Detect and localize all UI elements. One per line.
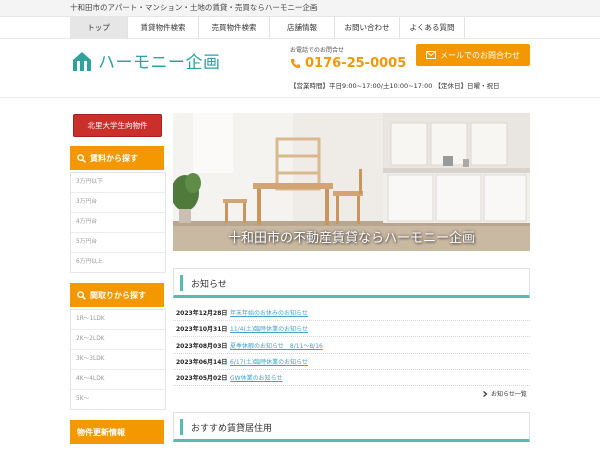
layout-item[interactable]: 3K～3LDK xyxy=(71,350,165,370)
layout-list: 1R～1LDK 2K～2LDK 3K～3LDK 4K～4LDK 5K～ xyxy=(70,309,166,410)
news-link[interactable]: 6/17(土)臨時休業のお知らせ xyxy=(230,357,308,366)
nav-rent-search[interactable]: 賃貸物件検索 xyxy=(128,17,199,38)
mail-contact-button[interactable]: メールでのお問合わせ xyxy=(416,44,530,66)
rent-item[interactable]: 6万円以上 xyxy=(71,253,165,272)
search-icon xyxy=(77,153,86,163)
news-row: 2023年06月14日 6/17(土)臨時休業のお知らせ xyxy=(173,353,530,370)
news-date: 2023年05月02日 xyxy=(176,375,228,382)
rent-item[interactable]: 5万円台 xyxy=(71,233,165,253)
mail-icon xyxy=(426,51,436,59)
news-more-link[interactable]: お知らせ一覧 xyxy=(482,389,527,398)
kitasato-student-button[interactable]: 北里大学生向物件 xyxy=(73,114,162,137)
search-icon xyxy=(77,290,86,300)
header-divider xyxy=(0,38,600,39)
news-date: 2023年12月28日 xyxy=(176,310,228,317)
tel-caption: お電話でのお問合せ xyxy=(290,47,345,54)
global-nav: トップ 賃貸物件検索 売買物件検索 店舗情報 お問い合わせ よくある質問 xyxy=(70,17,465,38)
layout-item[interactable]: 4K～4LDK xyxy=(71,370,165,390)
layout-item[interactable]: 1R～1LDK xyxy=(71,310,165,330)
layout-item[interactable]: 2K～2LDK xyxy=(71,330,165,350)
news-link[interactable]: GW休業のお知らせ xyxy=(230,373,282,382)
recommend-heading: おすすめ賃貸居住用 xyxy=(173,412,530,442)
news-row: 2023年08月03日 夏季休暇のお知らせ 8/11～8/16 xyxy=(173,337,530,354)
rent-search-title: 賃料から探す xyxy=(90,153,138,163)
heading-accent-bar xyxy=(180,419,183,435)
nav-store-info[interactable]: 店舗情報 xyxy=(270,17,335,38)
rent-list: 3万円以下 3万円台 4万円台 5万円台 6万円以上 xyxy=(70,172,166,273)
news-link[interactable]: 11/4(土)臨時休業のお知らせ xyxy=(230,324,308,333)
tel-text: 0176-25-0005 xyxy=(305,56,407,71)
layout-search-title: 間取りから探す xyxy=(90,290,146,300)
hero-caption: 十和田市の不動産賃貸ならハーモニー企画 xyxy=(227,231,475,246)
rent-item[interactable]: 3万円台 xyxy=(71,193,165,213)
nav-home[interactable]: トップ xyxy=(70,17,128,38)
updates-title: 物件更新情報 xyxy=(77,427,125,437)
tel-number[interactable]: 0176-25-0005 xyxy=(290,56,406,71)
news-more-label: お知らせ一覧 xyxy=(491,391,527,398)
news-date: 2023年08月03日 xyxy=(176,343,228,350)
site-logo[interactable]: ハーモニー企画 xyxy=(71,48,221,73)
rent-item[interactable]: 3万円以下 xyxy=(71,173,165,193)
chevron-right-icon xyxy=(483,390,488,397)
header-bottom-divider xyxy=(0,97,600,98)
news-link[interactable]: 夏季休暇のお知らせ 8/11～8/16 xyxy=(230,341,323,350)
nav-faq[interactable]: よくある質問 xyxy=(400,17,465,38)
news-row: 2023年10月31日 11/4(土)臨時休業のお知らせ xyxy=(173,320,530,337)
site-tagline: 十和田市のアパート・マンション・土地の賃貸・売買ならハーモニー企画 xyxy=(70,3,318,12)
rent-item[interactable]: 4万円台 xyxy=(71,213,165,233)
recommend-heading-text: おすすめ賃貸居住用 xyxy=(191,424,273,434)
nav-sale-search[interactable]: 売買物件検索 xyxy=(199,17,270,38)
rent-search-heading: 賃料から探す xyxy=(70,146,164,170)
news-date: 2023年06月14日 xyxy=(176,359,228,366)
news-heading: お知らせ xyxy=(173,268,530,298)
top-bar: 十和田市のアパート・マンション・土地の賃貸・売買ならハーモニー企画 xyxy=(0,0,600,17)
hero-image: 十和田市の不動産賃貸ならハーモニー企画 xyxy=(173,113,530,251)
business-hours: 【営業時間】平日9:00~17:00/土10:00~17:00 【定休日】日曜・… xyxy=(290,82,500,90)
phone-icon xyxy=(290,58,301,69)
logo-text: ハーモニー企画 xyxy=(98,53,221,73)
news-heading-text: お知らせ xyxy=(191,280,227,290)
news-link[interactable]: 年末年始のお休みのお知らせ xyxy=(230,308,308,317)
house-logo-icon xyxy=(73,51,91,71)
heading-accent-bar xyxy=(180,275,183,291)
news-row: 2023年12月28日 年末年始のお休みのお知らせ xyxy=(173,304,530,321)
updates-heading[interactable]: 物件更新情報 xyxy=(70,420,164,444)
layout-search-heading: 間取りから探す xyxy=(70,283,164,307)
news-row: 2023年05月02日 GW休業のお知らせ xyxy=(173,369,530,386)
layout-item[interactable]: 5K～ xyxy=(71,390,165,409)
nav-contact[interactable]: お問い合わせ xyxy=(335,17,400,38)
news-date: 2023年10月31日 xyxy=(176,326,228,333)
mail-button-label: メールでのお問合わせ xyxy=(440,50,520,60)
